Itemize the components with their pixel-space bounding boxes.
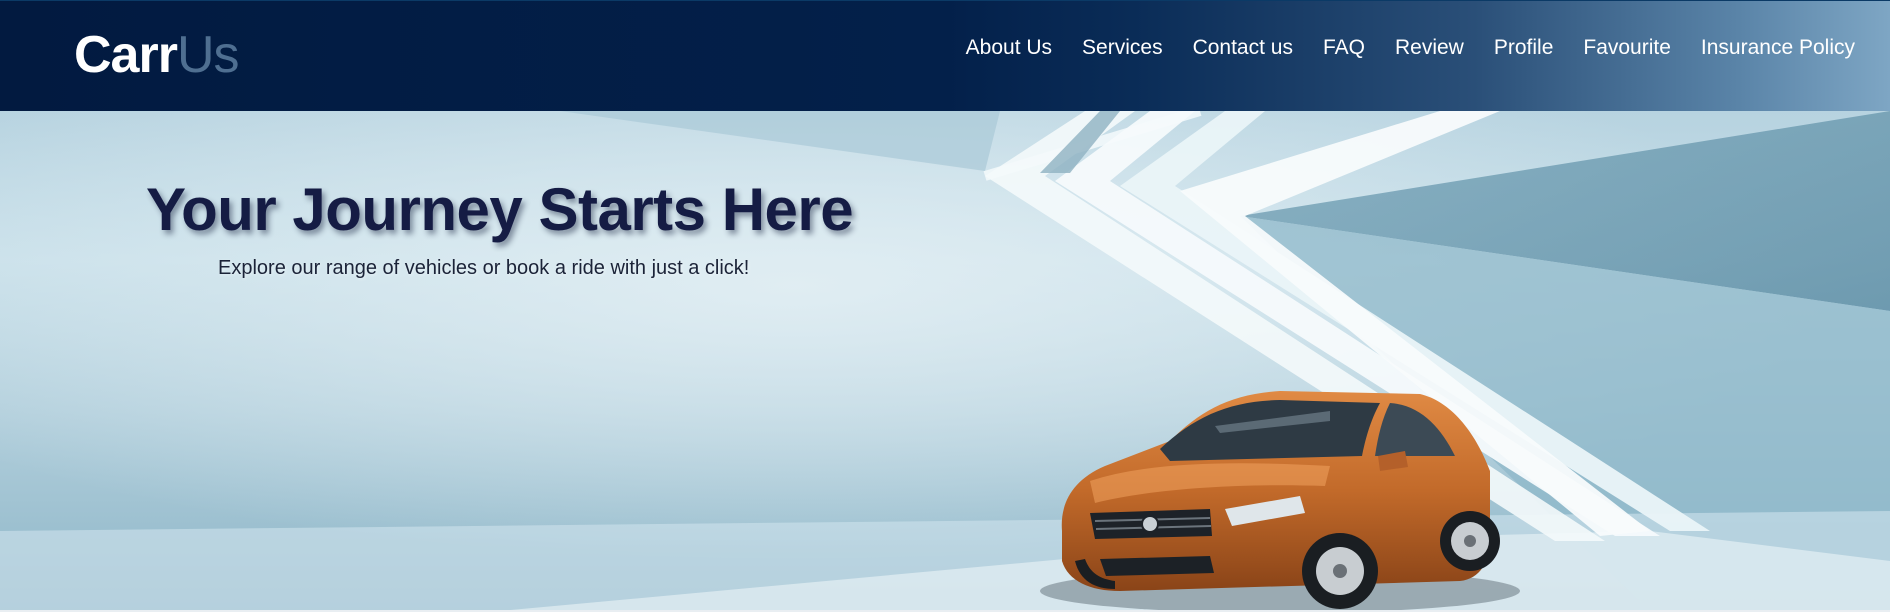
brand-logo[interactable]: CarrUs xyxy=(74,23,240,87)
brand-name-part1: Carr xyxy=(74,26,178,84)
top-navbar: CarrUs About Us Services Contact us FAQ … xyxy=(0,0,1890,111)
main-nav: About Us Services Contact us FAQ Review … xyxy=(951,33,1870,63)
hero-banner: Your Journey Starts Here Explore our ran… xyxy=(0,111,1890,611)
nav-review[interactable]: Review xyxy=(1380,33,1479,63)
nav-insurance-policy[interactable]: Insurance Policy xyxy=(1686,33,1870,63)
nav-profile[interactable]: Profile xyxy=(1479,33,1569,63)
hero-subheadline: Explore our range of vehicles or book a … xyxy=(218,257,750,279)
nav-faq[interactable]: FAQ xyxy=(1308,33,1380,63)
brand-name-part2: Us xyxy=(176,26,240,84)
nav-services[interactable]: Services xyxy=(1067,33,1178,63)
nav-favourite[interactable]: Favourite xyxy=(1568,33,1686,63)
nav-about-us[interactable]: About Us xyxy=(951,33,1067,63)
nav-contact-us[interactable]: Contact us xyxy=(1178,33,1308,63)
hero-headline: Your Journey Starts Here xyxy=(146,176,854,243)
